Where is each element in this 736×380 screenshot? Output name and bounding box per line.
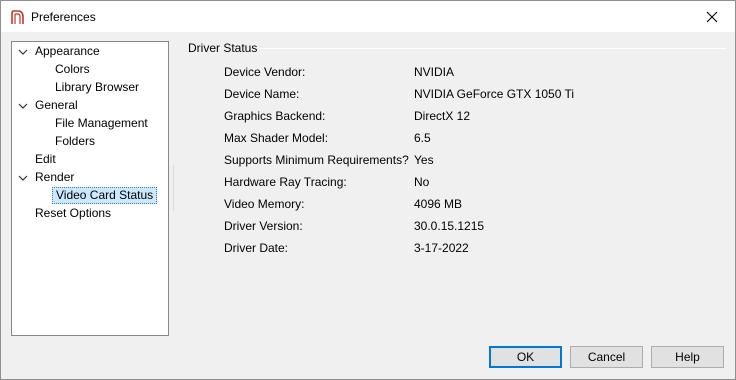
- driver-date-value: 3-17-2022: [414, 241, 469, 255]
- supports-min-requirements-value: Yes: [414, 153, 434, 167]
- device-vendor-label: Device Vendor:: [224, 65, 306, 79]
- hardware-ray-tracing-label: Hardware Ray Tracing:: [224, 175, 347, 189]
- cancel-button[interactable]: Cancel: [570, 346, 643, 368]
- tree-item-edit[interactable]: Edit: [32, 151, 59, 168]
- pane-splitter[interactable]: [173, 165, 176, 211]
- app-logo-icon: [11, 10, 24, 24]
- device-vendor-value: NVIDIA: [414, 65, 455, 79]
- video-memory-label: Video Memory:: [224, 197, 305, 211]
- driver-date-label: Driver Date:: [224, 241, 289, 255]
- tree-item-file-management[interactable]: File Management: [52, 115, 151, 132]
- tree-item-folders[interactable]: Folders: [52, 133, 98, 150]
- preferences-window: Preferences Appearance Colors Library Br…: [0, 0, 736, 380]
- tree-item-reset-options[interactable]: Reset Options: [32, 205, 114, 222]
- help-button[interactable]: Help: [651, 346, 724, 368]
- driver-version-value: 30.0.15.1215: [414, 219, 485, 233]
- chevron-down-icon[interactable]: [17, 172, 29, 184]
- tree-item-appearance[interactable]: Appearance: [32, 43, 103, 60]
- chevron-down-icon[interactable]: [17, 46, 29, 58]
- video-memory-value: 4096 MB: [414, 197, 463, 211]
- group-divider: [260, 48, 726, 49]
- driver-status-group-title: Driver Status: [188, 41, 258, 55]
- max-shader-model-label: Max Shader Model:: [224, 131, 329, 145]
- close-button[interactable]: [689, 1, 735, 32]
- graphics-backend-label: Graphics Backend:: [224, 109, 326, 123]
- hardware-ray-tracing-value: No: [414, 175, 430, 189]
- device-name-value: NVIDIA GeForce GTX 1050 Ti: [414, 87, 575, 101]
- title-bar[interactable]: Preferences: [1, 1, 735, 32]
- preferences-tree[interactable]: Appearance Colors Library Browser Genera…: [11, 41, 169, 336]
- close-icon: [706, 11, 718, 22]
- tree-item-general[interactable]: General: [32, 97, 81, 114]
- window-title: Preferences: [31, 10, 96, 24]
- tree-item-render[interactable]: Render: [32, 169, 77, 186]
- tree-item-library-browser[interactable]: Library Browser: [52, 79, 142, 96]
- supports-min-requirements-label: Supports Minimum Requirements?: [224, 153, 409, 167]
- driver-version-label: Driver Version:: [224, 219, 303, 233]
- chevron-down-icon[interactable]: [17, 100, 29, 112]
- tree-item-colors[interactable]: Colors: [52, 61, 93, 78]
- graphics-backend-value: DirectX 12: [414, 109, 471, 123]
- ok-button[interactable]: OK: [489, 346, 562, 368]
- max-shader-model-value: 6.5: [414, 131, 431, 145]
- device-name-label: Device Name:: [224, 87, 300, 101]
- tree-item-video-card-status[interactable]: Video Card Status: [52, 187, 158, 204]
